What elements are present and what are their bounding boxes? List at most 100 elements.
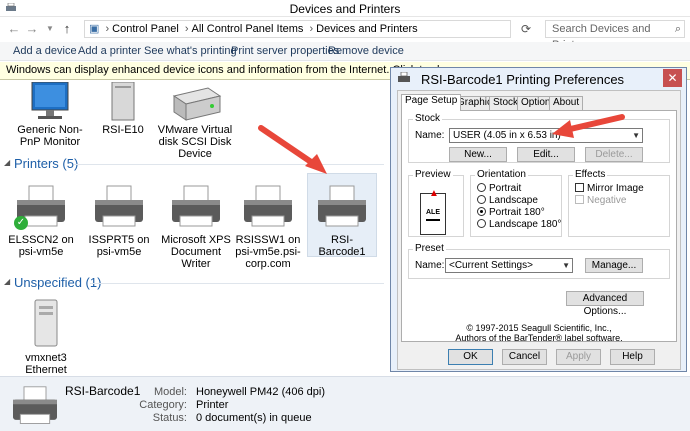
printer-elsscn2[interactable]: ✓ ELSSCN2 on psi-vm5e [4,184,78,258]
printer-rsissw1[interactable]: RSISSW1 on psi-vm5e.psi-corp.com [230,184,306,270]
annotation-arrow-printer [258,125,327,174]
unspecified-group-header[interactable]: Unspecified (1) [14,275,101,290]
printer-icon [244,185,292,227]
help-button[interactable]: Help [610,349,655,365]
device-vmxnet3[interactable]: vmxnet3 Ethernet Adapter [6,298,86,376]
printer-rsi-barcode1[interactable]: RSI-Barcode1 [307,173,377,258]
preset-name-select[interactable]: <Current Settings> ▼ [445,258,573,273]
default-printer-check-icon: ✓ [14,216,28,230]
search-icon: ⌕ [674,23,681,35]
preview-caption: Preview [413,169,453,180]
breadcrumb-all-items[interactable]: All Control Panel Items [192,23,304,35]
details-model-key: Model: [153,386,187,398]
search-input[interactable]: Search Devices and Printers ⌕ [545,20,685,51]
add-printer-button[interactable]: Add a printer [78,45,141,57]
stock-name-label: Name: [415,130,445,141]
printer-microsoft-xps[interactable]: Microsoft XPS Document Writer [156,184,236,270]
computer-tower-icon [111,82,135,121]
printer-label: RSISSW1 on psi-vm5e.psi-corp.com [235,234,301,270]
preset-caption: Preset [413,243,446,254]
title-bar: Devices and Printers [0,0,690,17]
selected-printer-icon [13,386,57,424]
stock-group: Stock Name: USER (4.05 in x 6.53 in) ▼ N… [408,113,670,163]
breadcrumb-control-panel[interactable]: Control Panel [112,23,179,35]
details-category-value: Printer [196,399,229,411]
tab-about[interactable]: About [549,96,584,110]
control-panel-icon: ▣ [89,23,100,35]
orientation-group: Orientation Portrait Landscape Portrait … [470,169,562,237]
recent-locations-chevron-icon[interactable]: ▼ [42,21,58,37]
chevron-down-icon: ▼ [632,131,640,140]
preview-barcode [426,219,440,221]
orientation-caption: Orientation [475,169,528,180]
annotation-arrow-stock [552,114,625,138]
up-arrow-icon[interactable]: ↑ [59,21,75,37]
device-label: Generic Non-PnP Monitor [17,124,83,148]
advanced-options-button[interactable]: Advanced Options... [566,291,644,317]
preset-name-value: <Current Settings> [449,260,533,271]
printer-icon [95,185,143,227]
device-vmware-disk[interactable]: VMware Virtual disk SCSI Disk Device [156,82,234,160]
collapse-printers-icon[interactable]: ◢ [4,158,10,167]
copyright-line-2: Authors of the BarTender® label software… [455,333,623,343]
remove-device-button[interactable]: Remove device [328,45,404,57]
details-category-key: Category: [139,399,187,411]
printer-label: ISSPRT5 on psi-vm5e [88,234,150,258]
monitor-icon [31,82,69,119]
effects-caption: Effects [573,169,608,180]
stock-new-button[interactable]: New... [449,147,507,162]
ok-button[interactable]: OK [448,349,493,365]
command-bar: Add a device Add a printer See what's pr… [0,42,690,61]
printing-preferences-dialog: RSI-Barcode1 Printing Preferences ✕ Page… [390,67,687,372]
back-arrow-icon[interactable]: ← [6,21,22,37]
page-setup-panel: Stock Name: USER (4.05 in x 6.53 in) ▼ N… [401,110,677,343]
device-label: RSI-E10 [102,124,144,136]
printer-issprt5[interactable]: ISSPRT5 on psi-vm5e [82,184,156,258]
preview-group: Preview ▲ ALE [408,169,464,237]
orientation-portrait-radio[interactable]: Portrait [477,183,521,194]
apply-button[interactable]: Apply [556,349,601,365]
group-divider [74,164,384,165]
stock-delete-button[interactable]: Delete... [585,147,643,162]
orientation-landscape180-radio[interactable]: Landscape 180° [477,219,561,230]
orientation-landscape-radio[interactable]: Landscape [477,195,538,206]
dialog-body: Page Setup Graphics Stock Options About … [397,90,681,370]
server-icon [34,299,58,347]
device-label: vmxnet3 Ethernet Adapter [25,352,67,376]
chevron-down-icon: ▼ [562,261,570,270]
device-rsi-e10[interactable]: RSI-E10 [86,82,160,136]
disk-drive-icon [172,87,222,121]
printers-group-header[interactable]: Printers (5) [14,156,78,171]
collapse-unspecified-icon[interactable]: ◢ [4,277,10,286]
printer-small-icon [398,72,410,82]
see-printing-button[interactable]: See what's printing [144,45,237,57]
preset-group: Preset Name: <Current Settings> ▼ Manage… [408,243,670,279]
window-title: Devices and Printers [289,2,401,16]
preset-name-label: Name: [415,260,445,271]
printer-icon [172,185,220,227]
device-generic-monitor[interactable]: Generic Non-PnP Monitor [10,82,90,148]
close-icon[interactable]: ✕ [663,69,682,87]
preview-text: ALE [426,209,440,216]
group-divider [90,283,384,284]
cancel-button[interactable]: Cancel [502,349,547,365]
breadcrumb-devices-printers[interactable]: Devices and Printers [316,23,418,35]
negative-checkbox[interactable]: Negative [575,195,626,206]
mirror-image-checkbox[interactable]: Mirror Image [575,183,644,194]
manage-presets-button[interactable]: Manage... [585,258,643,273]
refresh-icon[interactable]: ⟳ [518,21,534,37]
printer-label: Microsoft XPS Document Writer [161,234,231,270]
printer-label: ELSSCN2 on psi-vm5e [8,234,74,258]
forward-arrow-icon[interactable]: → [24,21,40,37]
print-server-properties-button[interactable]: Print server properties [231,45,339,57]
orientation-portrait180-radio[interactable]: Portrait 180° [477,207,545,218]
add-device-button[interactable]: Add a device [13,45,77,57]
printer-icon [318,185,366,227]
details-status-value: 0 document(s) in queue [196,412,312,424]
address-breadcrumb[interactable]: ▣ › Control Panel › All Control Panel Item… [84,20,511,38]
copyright-line-1: © 1997-2015 Seagull Scientific, Inc., [466,323,612,333]
tab-page-setup[interactable]: Page Setup [401,94,462,111]
dialog-title: RSI-Barcode1 Printing Preferences [421,72,625,87]
stock-edit-button[interactable]: Edit... [517,147,575,162]
stock-name-value: USER (4.05 in x 6.53 in) [453,130,561,141]
